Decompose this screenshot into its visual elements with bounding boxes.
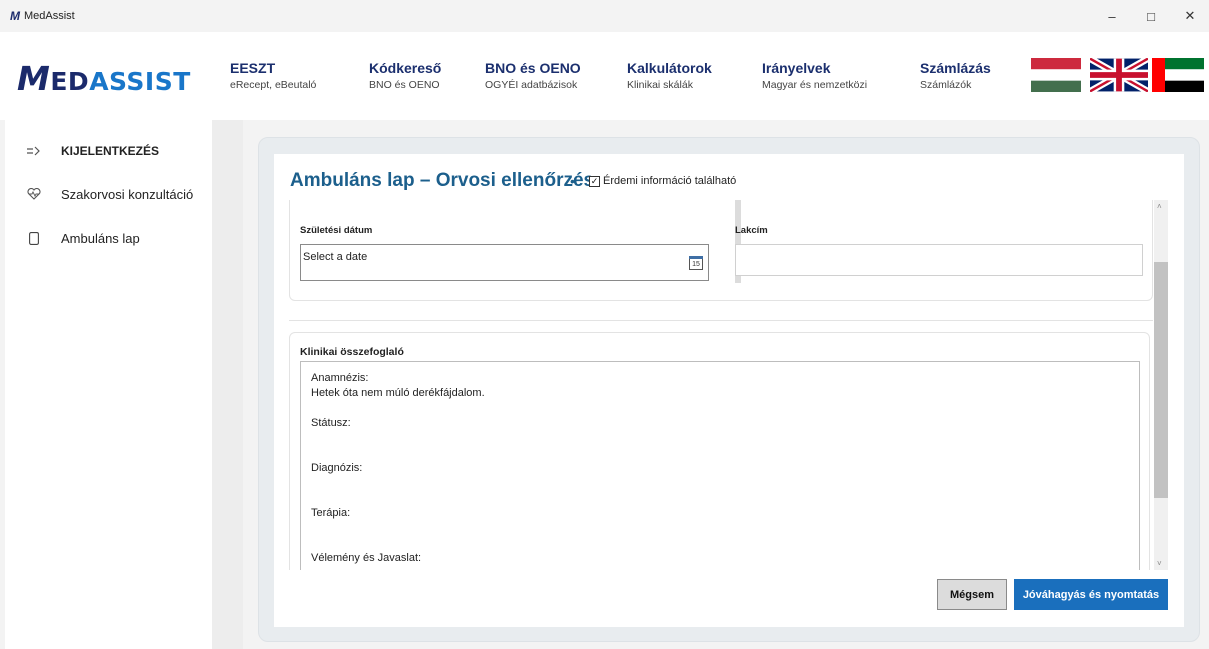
sidebar-divider [212,120,243,649]
nav-title: BNO és OENO [485,60,581,76]
sidebar-item-label: KIJELENTKEZÉS [61,144,160,158]
page-title: Ambuláns lap – Orvosi ellenőrzés [290,170,595,191]
vertical-scrollbar[interactable]: ˄ ˅ [1154,200,1168,570]
nav-title: EESZT [230,60,276,76]
nav-szamlazas[interactable]: Számlázás Számlázók [920,60,991,91]
window-title: MedAssist [24,10,75,22]
address-label: Lakcím [735,225,768,236]
app-logo-icon: M [10,9,20,23]
nav-iranyelvek[interactable]: Irányelvek Magyar és nemzetközi [762,60,867,91]
relevant-info-label: Érdemi információ található [603,175,737,187]
nav-bno-oeno[interactable]: BNO és OENO OGYÉI adatbázisok [485,60,581,91]
birth-date-picker[interactable]: Select a date 15 [300,244,709,281]
opinion-label: Vélemény és Javaslat: [311,552,422,564]
nav-subtitle: OGYÉI adatbázisok [485,79,578,91]
medassist-logo[interactable]: MEDASSIST [17,59,191,98]
nav-title: Kódkereső [369,60,442,76]
nav-subtitle: eRecept, eBeutaló [230,79,317,91]
heart-pulse-icon [26,188,42,200]
anamnesis-label: Anamnézis: [311,372,369,384]
sidebar-item-logout[interactable]: KIJELENTKEZÉS [5,131,212,171]
uk-flag-icon[interactable] [1090,58,1148,92]
nav-subtitle: Számlázók [920,79,972,91]
anamnesis-text: Hetek óta nem múló derékfájdalom. [311,387,485,399]
nav-subtitle: BNO és OENO [369,79,440,91]
nav-subtitle: Klinikai skálák [627,79,693,91]
sidebar-item-ambulans[interactable]: Ambuláns lap [5,218,212,258]
logout-icon [26,146,42,156]
sidebar-item-label: Szakorvosi konzultáció [61,186,194,202]
nav-kalkulatorok[interactable]: Kalkulátorok Klinikai skálák [627,60,712,91]
nav-title: Irányelvek [762,60,831,76]
nav-eeszt[interactable]: EESZT eRecept, eBeutaló [230,60,316,91]
scroll-up-icon[interactable]: ˄ [1157,202,1162,211]
logo-assist: ASSIST [89,67,191,96]
maximize-button[interactable]: □ [1132,0,1170,32]
approve-and-print-button[interactable]: Jóváhagyás és nyomtatás [1014,579,1168,610]
hungary-flag-icon[interactable] [1031,58,1081,92]
sidebar: KIJELENTKEZÉS Szakorvosi konzultáció Amb… [5,120,212,649]
section-divider [289,320,1153,321]
minimize-button[interactable]: – [1093,0,1131,32]
logo-m: M [17,59,51,98]
clinical-summary-title: Klinikai összefoglaló [300,346,404,358]
form-scroll-area[interactable]: Születési dátum Select a date 15 Lakcím … [274,200,1154,570]
nav-title: Számlázás [920,60,991,76]
calendar-icon[interactable]: 15 [689,256,703,270]
cancel-button[interactable]: Mégsem [937,579,1007,610]
document-icon [26,231,42,245]
birth-date-label: Születési dátum [300,225,373,236]
sidebar-item-consultation[interactable]: Szakorvosi konzultáció [5,174,212,214]
birth-date-placeholder: Select a date [303,251,368,263]
logo-ed: ED [50,67,90,96]
relevant-info-checkbox[interactable]: ✓ [589,176,600,187]
diagnosis-label: Diagnózis: [311,462,363,474]
status-label: Státusz: [311,417,351,429]
nav-kodkereso[interactable]: Kódkereső BNO és OENO [369,60,441,91]
scrollbar-thumb[interactable] [1154,262,1168,498]
title-separator: • [570,173,575,189]
close-button[interactable]: ✕ [1171,0,1209,32]
sidebar-item-label: Ambuláns lap [61,230,140,246]
window-titlebar: M MedAssist [0,0,1209,32]
nav-subtitle: Magyar és nemzetközi [762,79,868,91]
uae-flag-icon[interactable] [1152,58,1204,92]
app-header: MEDASSIST EESZT eRecept, eBeutaló Kódker… [0,32,1209,120]
therapy-label: Terápia: [311,507,351,519]
nav-title: Kalkulátorok [627,60,712,76]
scroll-down-icon[interactable]: ˅ [1157,559,1162,568]
clinical-summary-textarea[interactable]: Anamnézis: Hetek óta nem múló derékfájda… [300,361,1140,570]
address-input[interactable] [735,244,1143,276]
